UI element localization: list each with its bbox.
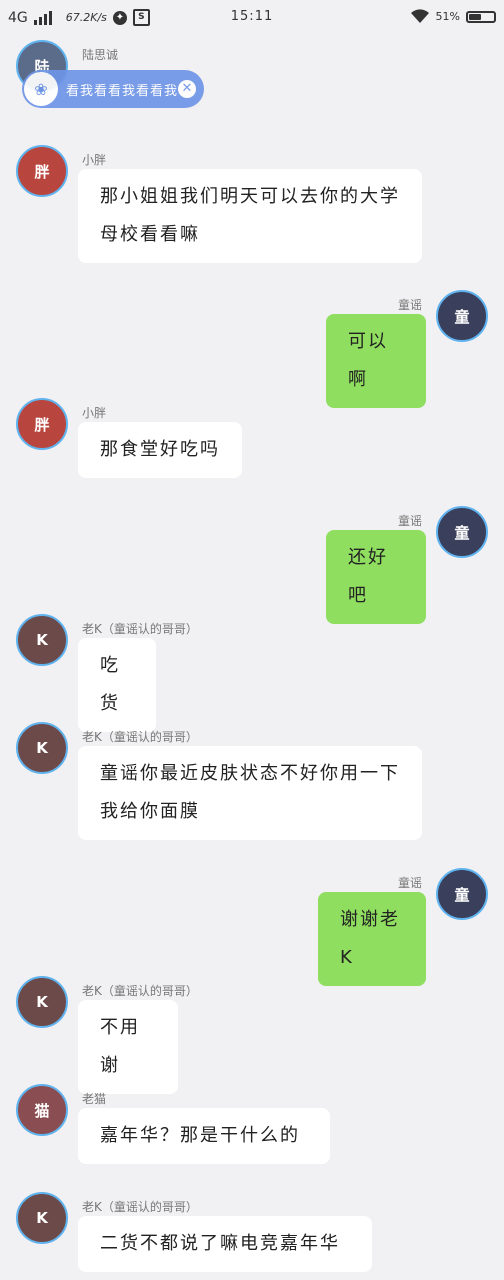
sender-name: 小胖: [82, 406, 107, 420]
message-bubble[interactable]: 二货不都说了嘛电竞嘉年华: [78, 1216, 372, 1272]
message-bubble[interactable]: 童谣你最近皮肤状态不好你用一下我给你面膜: [78, 746, 422, 840]
battery-percent: 51%: [435, 10, 460, 23]
message-bubble[interactable]: 可以啊: [326, 314, 426, 408]
message-bubble[interactable]: 嘉年华？那是干什么的: [78, 1108, 330, 1164]
sender-name: 老K（童谣认的哥哥）: [82, 984, 198, 998]
avatar[interactable]: 猫: [16, 1084, 68, 1136]
paw-icon[interactable]: ❀: [24, 72, 58, 106]
status-bar: 4G 67.2K/s ✦ S 15:11 51%: [0, 0, 504, 34]
avatar[interactable]: 童: [436, 290, 488, 342]
message-bubble[interactable]: 还好吧: [326, 530, 426, 624]
avatar[interactable]: 胖: [16, 145, 68, 197]
floating-overlay[interactable]: ❀ 看我看看我看看我 ✕: [22, 70, 204, 108]
avatar[interactable]: 胖: [16, 398, 68, 450]
avatar[interactable]: K: [16, 722, 68, 774]
overlay-text: 看我看看我看看我: [66, 84, 179, 99]
sender-name: 老K（童谣认的哥哥）: [82, 1200, 198, 1214]
sender-name: 童谣: [397, 298, 422, 312]
sender-name: 老K（童谣认的哥哥）: [82, 622, 198, 636]
avatar[interactable]: 童: [436, 868, 488, 920]
avatar[interactable]: 童: [436, 506, 488, 558]
sender-name: 童谣: [397, 876, 422, 890]
status-right: 51%: [410, 9, 496, 24]
avatar[interactable]: K: [16, 976, 68, 1028]
sender-name: 小胖: [82, 153, 107, 167]
message-bubble[interactable]: 那小姐姐我们明天可以去你的大学母校看看嘛: [78, 169, 422, 263]
wifi-icon: [410, 9, 429, 23]
message-bubble[interactable]: 不用谢: [78, 1000, 178, 1094]
battery-fill: [469, 13, 482, 20]
battery-icon: [466, 10, 496, 23]
close-icon[interactable]: ✕: [178, 80, 196, 98]
message-bubble[interactable]: 吃货: [78, 638, 156, 732]
sender-name: 老K（童谣认的哥哥）: [82, 730, 198, 744]
avatar[interactable]: K: [16, 1192, 68, 1244]
sender-name: 童谣: [397, 514, 422, 528]
message-bubble[interactable]: 那食堂好吃吗: [78, 422, 242, 478]
sender-name: 老猫: [82, 1092, 107, 1106]
message-bubble[interactable]: 谢谢老K: [318, 892, 426, 986]
avatar[interactable]: K: [16, 614, 68, 666]
sender-name: 陆思诚: [82, 48, 119, 62]
